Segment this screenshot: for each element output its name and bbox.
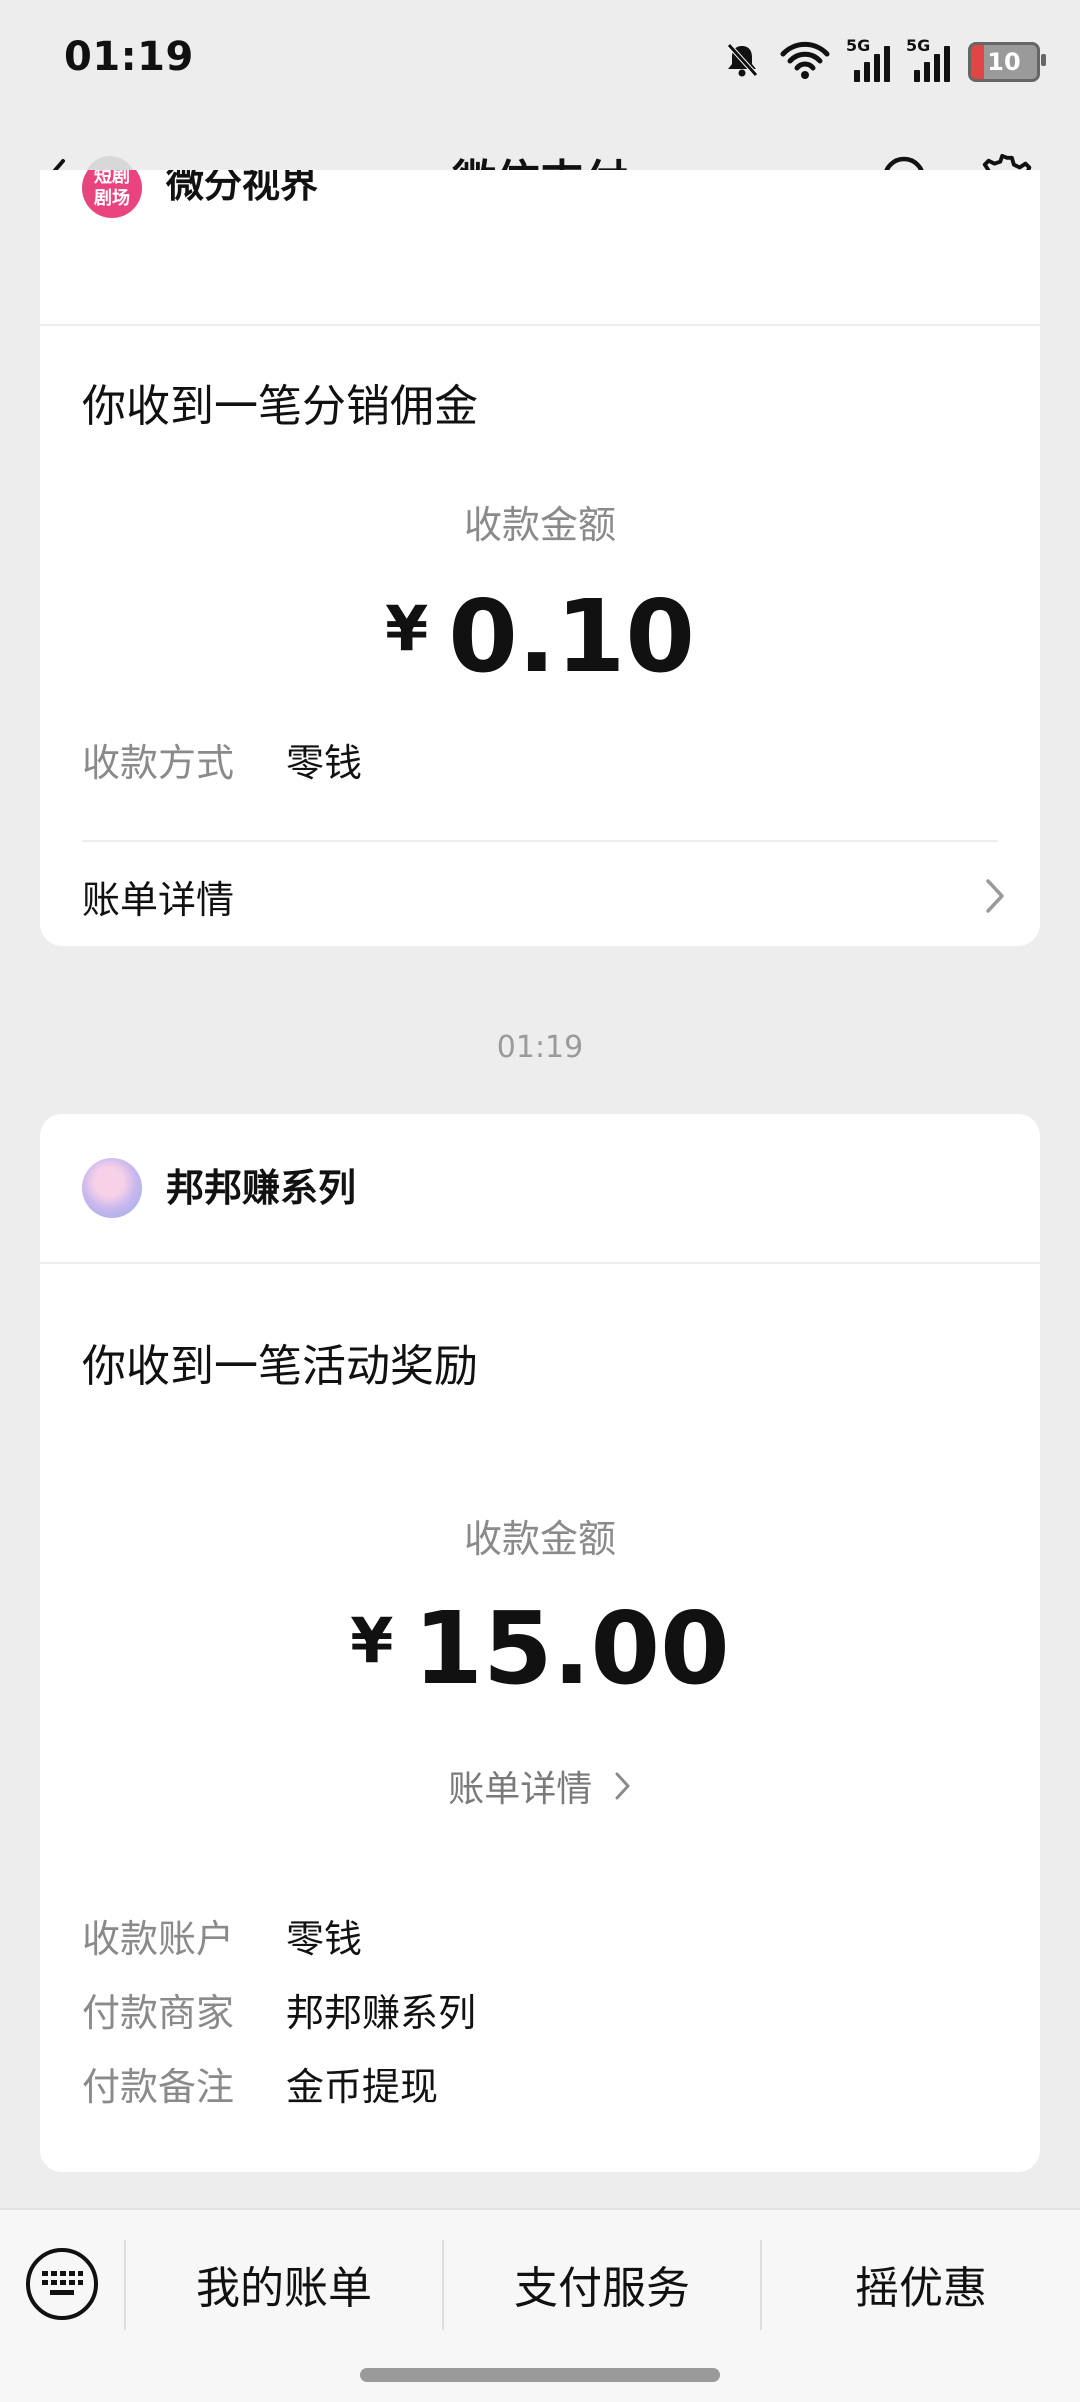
chevron-right-icon <box>615 1772 630 1800</box>
payment-method-label: 收款方式 <box>82 741 235 785</box>
card2-header[interactable]: 邦邦赚系列 <box>40 1114 1040 1264</box>
chevron-right-icon <box>986 879 1004 913</box>
status-icons: 5G 5G 10 <box>722 34 1046 90</box>
status-time: 01:19 <box>64 34 194 80</box>
avatar-text: 短剧 剧场 <box>94 170 130 209</box>
bill-details-link[interactable]: 账单详情 <box>40 1760 1040 1812</box>
detail-value: 邦邦赚系列 <box>286 1991 477 2035</box>
signal-tag-2: 5G <box>906 36 931 55</box>
keyboard-icon <box>42 2271 83 2295</box>
bill-details-link[interactable]: 账单详情 <box>82 846 1006 946</box>
wifi-icon <box>780 40 830 84</box>
card-subject: 你收到一笔活动奖励 <box>82 1341 478 1392</box>
detail-value: 零钱 <box>286 1917 363 1961</box>
detail-row-account: 收款账户 零钱 <box>82 1908 362 1963</box>
amount-value: ¥15.00 <box>40 1590 1040 1707</box>
merchant-name: 邦邦赚系列 <box>166 1166 357 1210</box>
menu-payment-services[interactable]: 支付服务 <box>444 2238 760 2330</box>
battery-level: 10 <box>987 48 1021 76</box>
payment-method-row: 收款方式 零钱 <box>82 732 362 787</box>
currency-symbol: ¥ <box>385 592 429 665</box>
home-indicator[interactable] <box>360 2368 720 2382</box>
detail-row-merchant: 付款商家 邦邦赚系列 <box>82 1982 476 2037</box>
detail-label: 收款账户 <box>82 1917 235 1961</box>
amount-number: 0.10 <box>448 578 695 695</box>
payment-method-value: 零钱 <box>286 741 363 785</box>
detail-label: 付款备注 <box>82 2065 235 2109</box>
divider <box>82 840 998 842</box>
currency-symbol: ¥ <box>350 1604 394 1677</box>
merchant-avatar <box>82 1158 142 1218</box>
card1-header[interactable]: 短剧 剧场 微分视界 <box>40 170 1040 326</box>
bottom-menu-bar: 我的账单 支付服务 摇优惠 <box>0 2208 1080 2402</box>
amount-number: 15.00 <box>413 1590 730 1707</box>
status-bar: 01:19 5G 5G 10 <box>0 0 1080 120</box>
cellular-signal-icon-2: 5G <box>906 36 950 82</box>
signal-tag: 5G <box>846 36 871 55</box>
amount-label: 收款金额 <box>463 503 616 547</box>
bill-details-label: 账单详情 <box>82 877 235 922</box>
keyboard-toggle-button[interactable] <box>26 2248 98 2320</box>
message-timestamp: 01:19 <box>496 1030 584 1065</box>
payment-card-2: 邦邦赚系列 你收到一笔活动奖励 收款金额 ¥15.00 账单详情 收款账户 零钱… <box>40 1114 1040 2172</box>
card-subject: 你收到一笔分销佣金 <box>82 381 478 432</box>
detail-row-note: 付款备注 金币提现 <box>82 2056 438 2111</box>
bill-details-label: 账单详情 <box>448 1769 593 1810</box>
detail-label: 付款商家 <box>82 1991 235 2035</box>
merchant-avatar: 短剧 剧场 <box>82 170 142 218</box>
detail-value: 金币提现 <box>286 2065 439 2109</box>
amount-value: ¥0.10 <box>40 578 1040 695</box>
mute-bell-icon <box>722 40 762 84</box>
merchant-name: 微分视界 <box>166 170 319 206</box>
menu-shake-offers[interactable]: 摇优惠 <box>762 2238 1080 2330</box>
battery-icon: 10 <box>968 42 1046 82</box>
amount-label: 收款金额 <box>463 1517 616 1561</box>
cellular-signal-icon: 5G <box>846 36 890 82</box>
payment-card-1: 短剧 剧场 微分视界 你收到一笔分销佣金 收款金额 ¥0.10 收款方式 零钱 账… <box>40 170 1040 946</box>
menu-my-bills[interactable]: 我的账单 <box>126 2238 442 2330</box>
